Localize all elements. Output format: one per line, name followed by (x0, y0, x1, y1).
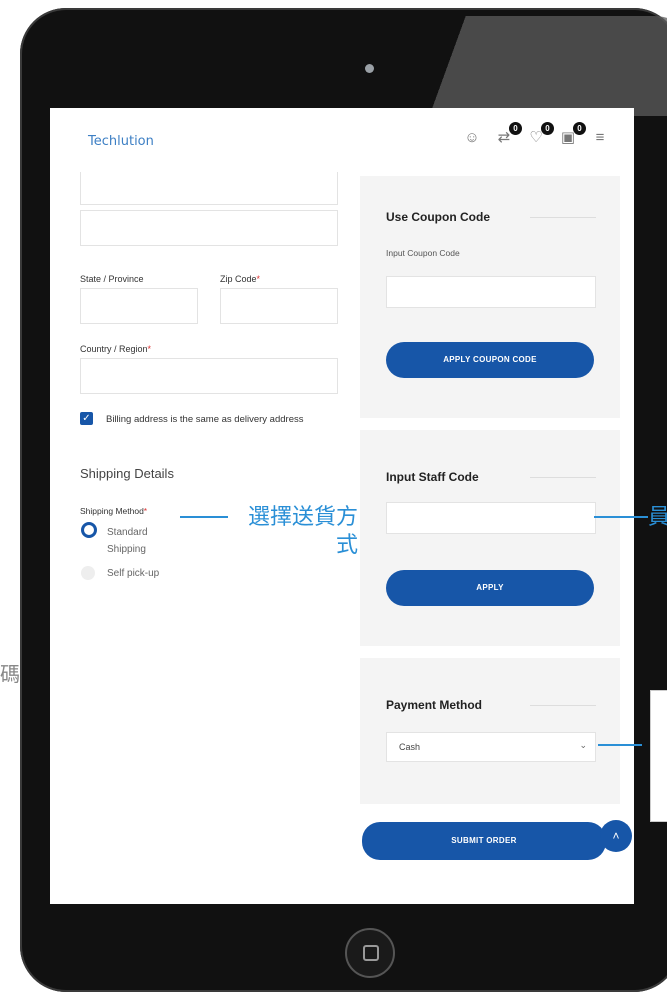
apply-coupon-button[interactable]: APPLY COUPON CODE (386, 342, 594, 378)
home-button[interactable] (345, 928, 395, 978)
submit-order-button[interactable]: SUBMIT ORDER (362, 822, 606, 860)
camera-icon (365, 64, 374, 73)
self-pickup-label: Self pick-up (107, 568, 160, 579)
support-icon[interactable]: ☺ (462, 129, 482, 146)
standard-shipping-label: Standard Shipping (107, 527, 148, 555)
shipping-details-title: Shipping Details (80, 466, 174, 481)
staff-code-title: Input Staff Code (386, 470, 479, 484)
annotation-shipping: 選擇送貨方式 (247, 505, 358, 558)
logo[interactable]: Techlution (88, 134, 154, 149)
payment-selected-value: Cash (399, 742, 421, 752)
zip-label: Zip Code* (220, 274, 261, 284)
compare-badge: 0 (509, 122, 522, 135)
annotation-box-payment (650, 690, 667, 822)
top-bar: Techlution ☺ ⇄ 0 ♡ 0 ▣ 0 ≡ (50, 108, 634, 176)
payment-method-select[interactable]: Cash ⌄ (386, 732, 596, 762)
staff-code-card: Input Staff Code APPLY (360, 430, 620, 646)
staff-code-input[interactable] (386, 502, 596, 534)
billing-same-checkbox[interactable]: ✓ (80, 412, 93, 425)
annotation-line-payment (598, 744, 642, 746)
radio-self-pickup[interactable] (81, 566, 95, 580)
staff-title-divider (530, 477, 596, 478)
coupon-card: Use Coupon Code Input Coupon Code APPLY … (360, 176, 620, 418)
annotation-line-staff (594, 516, 648, 518)
annotation-left-partial: 碼 (0, 662, 20, 686)
compare-icon[interactable]: ⇄ 0 (494, 122, 522, 146)
coupon-input[interactable] (386, 276, 596, 308)
state-label: State / Province (80, 274, 144, 284)
menu-icon[interactable]: ≡ (590, 129, 610, 146)
state-field[interactable] (80, 288, 198, 324)
country-label: Country / Region* (80, 344, 152, 354)
annotation-staff-partial: 員 (648, 505, 667, 530)
address-line2-field[interactable] (80, 210, 338, 246)
coupon-title-divider (530, 217, 596, 218)
shipping-method-label: Shipping Method* (80, 506, 148, 516)
country-field[interactable] (80, 358, 338, 394)
cart-icon[interactable]: ▣ 0 (558, 122, 586, 146)
chevron-down-icon: ⌄ (579, 740, 587, 750)
payment-title: Payment Method (386, 698, 483, 712)
wishlist-badge: 0 (541, 122, 554, 135)
coupon-input-label: Input Coupon Code (386, 248, 460, 258)
address-line-field[interactable] (80, 172, 338, 205)
chevron-up-icon[interactable]: ˄ (600, 820, 632, 852)
payment-card: Payment Method Cash ⌄ (360, 658, 620, 804)
payment-title-divider (530, 705, 596, 706)
coupon-title: Use Coupon Code (386, 210, 490, 224)
radio-standard-shipping[interactable] (81, 522, 97, 538)
billing-same-label: Billing address is the same as delivery … (106, 414, 304, 425)
zip-code-field[interactable] (220, 288, 338, 324)
header-icons: ☺ ⇄ 0 ♡ 0 ▣ 0 ≡ (462, 122, 610, 146)
cart-badge: 0 (573, 122, 586, 135)
wishlist-icon[interactable]: ♡ 0 (526, 122, 554, 146)
apply-staff-code-button[interactable]: APPLY (386, 570, 594, 606)
annotation-line-shipping (180, 516, 228, 518)
